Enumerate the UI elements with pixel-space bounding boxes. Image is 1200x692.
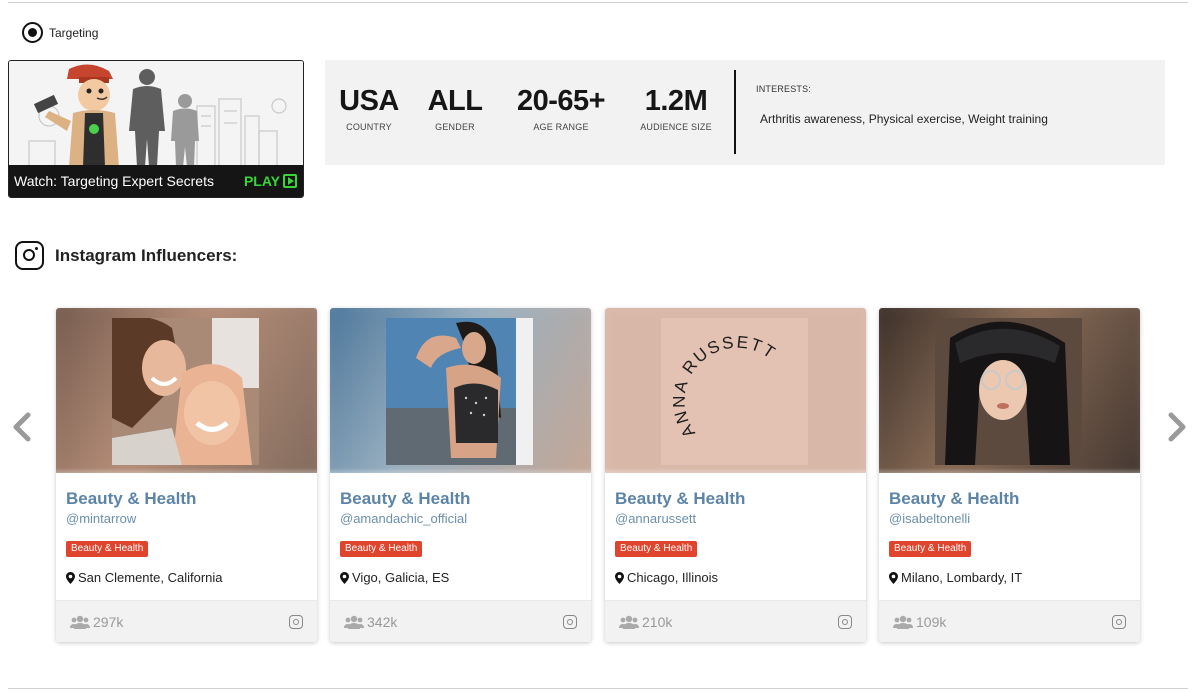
map-pin-icon xyxy=(340,571,349,584)
map-pin-icon xyxy=(66,571,75,584)
card-handle[interactable]: @annarussett xyxy=(615,511,696,526)
instagram-icon[interactable] xyxy=(289,615,303,629)
category-badge: Beauty & Health xyxy=(889,541,972,557)
influencer-card[interactable]: Beauty & Health @isabeltonelli Beauty & … xyxy=(879,308,1140,642)
category-badge: Beauty & Health xyxy=(66,541,149,557)
map-pin-icon xyxy=(889,571,898,584)
card-footer: 297k xyxy=(56,600,317,642)
card-location: San Clemente, California xyxy=(66,570,223,585)
interests-label: INTERESTS: xyxy=(756,84,812,94)
users-icon xyxy=(619,615,639,629)
influencer-photo: ANNA RUSSETT xyxy=(605,308,866,473)
targeting-title: Targeting xyxy=(49,25,99,40)
targeting-page: Targeting Watch: Targeting Expert Secret… xyxy=(0,0,1200,692)
followers-count: 297k xyxy=(70,614,123,630)
location-text: Chicago, Illinois xyxy=(627,570,719,585)
card-category[interactable]: Beauty & Health xyxy=(889,489,1019,509)
interests-value: Arthritis awareness, Physical exercise, … xyxy=(760,112,1048,126)
card-handle[interactable]: @isabeltonelli xyxy=(889,511,970,526)
location-text: Milano, Lombardy, IT xyxy=(901,570,1023,585)
category-badge: Beauty & Health xyxy=(615,541,698,557)
instagram-influencers-header: Instagram Influencers: xyxy=(15,241,237,270)
card-footer: 109k xyxy=(879,600,1140,642)
instagram-icon xyxy=(15,241,44,270)
card-category[interactable]: Beauty & Health xyxy=(615,489,745,509)
stat-age-range: 20-65+ AGE RANGE xyxy=(509,84,613,132)
category-badge: Beauty & Health xyxy=(340,541,423,557)
stats-divider xyxy=(734,70,736,154)
followers-count: 342k xyxy=(344,614,397,630)
influencer-photo xyxy=(330,308,591,473)
video-bar: Watch: Targeting Expert Secrets PLAY xyxy=(9,165,303,197)
users-icon xyxy=(344,615,364,629)
video-thumbnail-illustration xyxy=(9,61,303,167)
map-pin-icon xyxy=(615,571,624,584)
influencer-card[interactable]: Beauty & Health @amandachic_official Bea… xyxy=(330,308,591,642)
stat-label: AUDIENCE SIZE xyxy=(640,122,712,132)
influencer-photo xyxy=(56,308,317,473)
profile-photo xyxy=(386,318,533,465)
card-footer: 342k xyxy=(330,600,591,642)
stat-label: GENDER xyxy=(435,122,475,132)
influencer-card[interactable]: Beauty & Health @mintarrow Beauty & Heal… xyxy=(56,308,317,642)
targeting-video-card[interactable]: Watch: Targeting Expert Secrets PLAY xyxy=(8,60,304,198)
location-text: San Clemente, California xyxy=(78,570,223,585)
influencer-card[interactable]: ANNA RUSSETT Beauty & Health @annarusset… xyxy=(605,308,866,642)
card-location: Chicago, Illinois xyxy=(615,570,718,585)
profile-photo xyxy=(935,318,1082,465)
profile-photo xyxy=(112,318,259,465)
followers-count: 210k xyxy=(619,614,672,630)
card-handle[interactable]: @amandachic_official xyxy=(340,511,467,526)
card-location: Vigo, Galicia, ES xyxy=(340,570,449,585)
top-divider xyxy=(8,2,1188,3)
influencer-photo xyxy=(879,308,1140,473)
followers-text: 210k xyxy=(642,614,673,630)
target-icon xyxy=(22,22,43,43)
card-category[interactable]: Beauty & Health xyxy=(340,489,470,509)
stat-label: AGE RANGE xyxy=(533,122,589,132)
profile-photo-logo: ANNA RUSSETT xyxy=(661,318,808,465)
bottom-divider xyxy=(8,688,1188,689)
stat-value: ALL xyxy=(427,85,483,117)
targeting-header: Targeting xyxy=(22,22,98,43)
stat-value: 1.2M xyxy=(644,85,708,117)
instagram-icon[interactable] xyxy=(563,615,577,629)
play-button[interactable]: PLAY xyxy=(244,173,297,189)
followers-text: 297k xyxy=(93,614,124,630)
users-icon xyxy=(70,615,90,629)
followers-text: 109k xyxy=(916,614,947,630)
carousel-prev-arrow[interactable] xyxy=(10,410,34,444)
stat-label: COUNTRY xyxy=(346,122,392,132)
carousel-next-arrow[interactable] xyxy=(1165,410,1189,444)
card-footer: 210k xyxy=(605,600,866,642)
stat-value: 20-65+ xyxy=(516,85,606,117)
stat-gender: ALL GENDER xyxy=(426,84,484,132)
card-location: Milano, Lombardy, IT xyxy=(889,570,1022,585)
followers-count: 109k xyxy=(893,614,946,630)
stat-audience-size: 1.2M AUDIENCE SIZE xyxy=(635,84,717,132)
instagram-icon[interactable] xyxy=(1112,615,1126,629)
stat-value: USA xyxy=(339,85,399,117)
audience-stats-panel: USA COUNTRY ALL GENDER 20-65+ AGE RANGE … xyxy=(325,60,1165,165)
play-icon xyxy=(283,174,297,188)
play-label: PLAY xyxy=(243,173,280,189)
section-title: Instagram Influencers: xyxy=(55,245,238,265)
followers-text: 342k xyxy=(367,614,398,630)
video-title: Watch: Targeting Expert Secrets xyxy=(14,173,214,189)
card-category[interactable]: Beauty & Health xyxy=(66,489,196,509)
card-handle[interactable]: @mintarrow xyxy=(66,511,136,526)
stat-country: USA COUNTRY xyxy=(338,84,400,132)
location-text: Vigo, Galicia, ES xyxy=(352,570,450,585)
users-icon xyxy=(893,615,913,629)
instagram-icon[interactable] xyxy=(838,615,852,629)
